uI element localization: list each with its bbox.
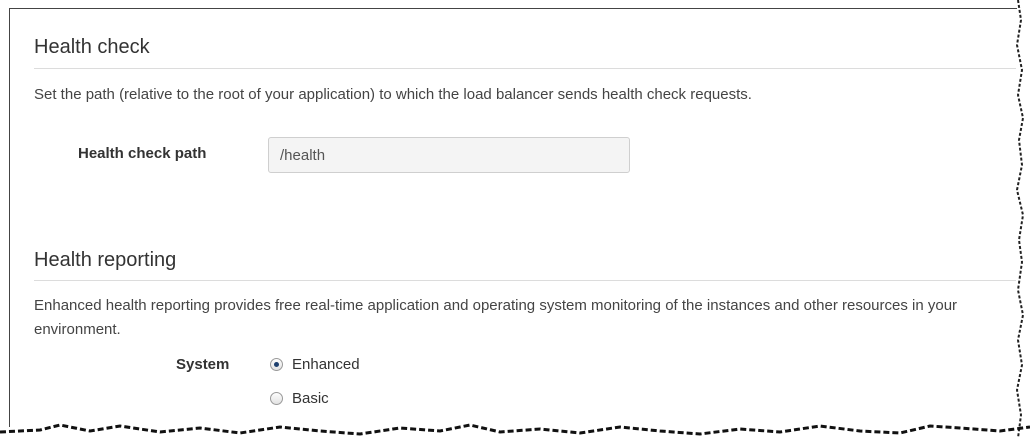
health-check-title: Health check [34,36,150,58]
radio-option-basic-label: Basic [292,390,329,407]
radio-option-basic[interactable]: Basic [270,390,329,407]
settings-panel [9,8,1017,427]
health-check-description: Set the path (relative to the root of yo… [34,86,752,103]
health-check-divider [34,68,1016,69]
radio-option-enhanced-label: Enhanced [292,356,360,373]
page: Health check Set the path (relative to t… [0,0,1030,438]
torn-edge-bottom [0,423,1030,436]
health-check-path-label: Health check path [78,145,207,162]
health-reporting-description: Enhanced health reporting provides free … [34,297,958,338]
health-reporting-title: Health reporting [34,249,177,271]
radio-option-enhanced[interactable]: Enhanced [270,356,360,373]
radio-unselected-icon[interactable] [270,392,283,405]
health-reporting-divider [34,280,1016,281]
health-check-path-input[interactable] [268,137,630,173]
torn-edge-right [1016,0,1025,438]
system-label: System [176,356,230,373]
radio-selected-icon[interactable] [270,358,283,371]
